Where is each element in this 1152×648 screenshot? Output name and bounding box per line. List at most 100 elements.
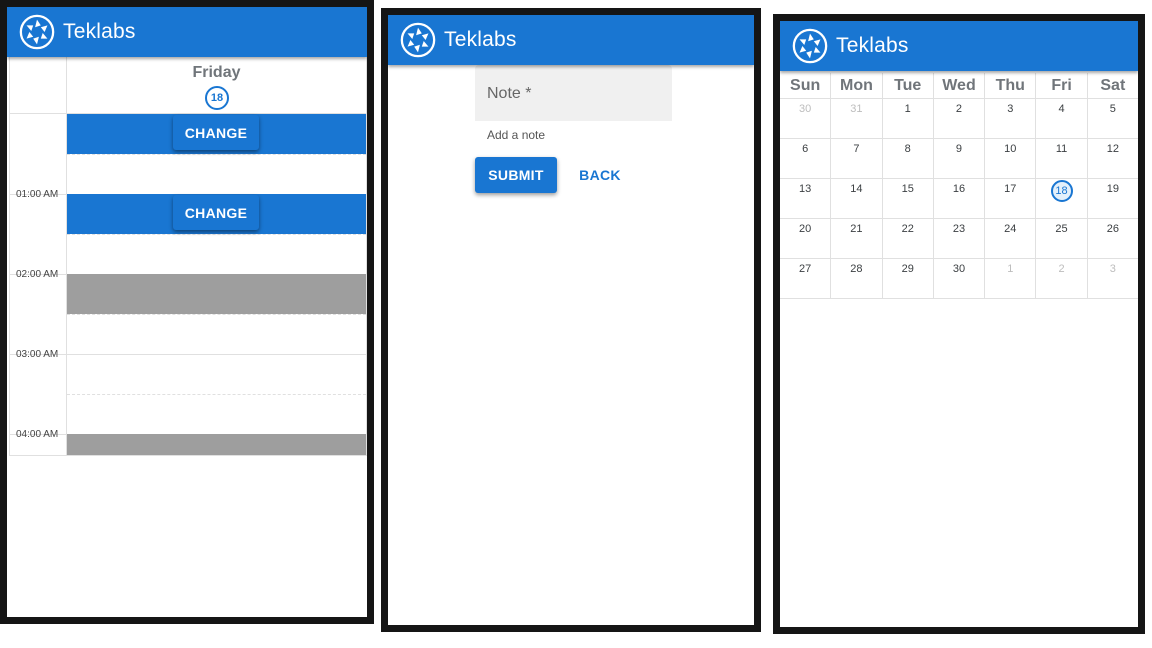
busy-block bbox=[67, 434, 366, 455]
day-cell[interactable]: 3 bbox=[1086, 258, 1138, 298]
day-number: 8 bbox=[904, 143, 911, 155]
day-cell[interactable]: 30 bbox=[780, 98, 831, 138]
day-cell[interactable]: 5 bbox=[1086, 98, 1138, 138]
day-cell[interactable]: 19 bbox=[1086, 178, 1138, 218]
day-number: 21 bbox=[850, 223, 863, 235]
day-number: 7 bbox=[853, 143, 860, 155]
time-grid: 01:00 AM 02:00 AM 03:00 AM 04:00 AM CHAN… bbox=[10, 114, 366, 455]
day-view-screen: Teklabs Friday 18 01:00 AM 02:00 AM 03:0… bbox=[0, 0, 374, 624]
day-number: 28 bbox=[850, 263, 863, 275]
note-helper-text: Add a note bbox=[487, 128, 546, 142]
day-cell[interactable]: 31 bbox=[830, 98, 882, 138]
app-title: Teklabs bbox=[63, 20, 136, 43]
weekday-header: Sun Mon Tue Wed Thu Fri Sat bbox=[780, 73, 1138, 98]
half-hour-line bbox=[67, 154, 366, 155]
day-cell[interactable]: 13 bbox=[780, 178, 831, 218]
day-number: 12 bbox=[1106, 143, 1119, 155]
day-cell[interactable]: 24 bbox=[984, 218, 1036, 258]
day-number: 16 bbox=[952, 183, 966, 195]
day-number: 24 bbox=[1004, 223, 1017, 235]
day-cell[interactable]: 17 bbox=[984, 178, 1036, 218]
day-cell[interactable]: 1 bbox=[984, 258, 1036, 298]
app-bar: Teklabs bbox=[7, 7, 367, 57]
half-hour-line bbox=[67, 314, 366, 315]
day-number: 9 bbox=[955, 143, 963, 155]
day-header: Friday 18 bbox=[10, 57, 366, 114]
day-cell[interactable]: 14 bbox=[830, 178, 882, 218]
day-number: 11 bbox=[1055, 143, 1068, 155]
day-number: 4 bbox=[1058, 103, 1065, 115]
day-number: 23 bbox=[952, 223, 966, 235]
day-cell[interactable]: 1 bbox=[881, 98, 933, 138]
day-cell[interactable]: 12 bbox=[1086, 138, 1138, 178]
day-number: 25 bbox=[1055, 223, 1068, 235]
hour-line bbox=[10, 354, 366, 355]
day-number: 30 bbox=[952, 263, 966, 275]
week-row: 27 28 29 30 1 2 3 bbox=[780, 258, 1138, 298]
app-bar: Teklabs bbox=[780, 21, 1138, 71]
day-number: 3 bbox=[1007, 103, 1014, 115]
aperture-logo-icon bbox=[399, 21, 437, 59]
day-cell[interactable]: 21 bbox=[830, 218, 882, 258]
day-number: 6 bbox=[802, 143, 809, 155]
month-grid: 30 31 1 2 3 4 5 6 7 8 9 10 11 12 13 14 15 16 17 18 19 20 21 22 2… bbox=[780, 98, 1138, 299]
day-cell[interactable]: 11 bbox=[1035, 138, 1087, 178]
day-number: 19 bbox=[1106, 183, 1119, 195]
submit-button[interactable]: SUBMIT bbox=[475, 157, 557, 193]
day-cell[interactable]: 3 bbox=[984, 98, 1036, 138]
day-cell[interactable]: 7 bbox=[830, 138, 882, 178]
day-cell[interactable]: 25 bbox=[1035, 218, 1087, 258]
aperture-logo-icon bbox=[18, 13, 56, 51]
time-label: 01:00 AM bbox=[16, 189, 59, 200]
day-cell[interactable]: 9 bbox=[932, 138, 985, 178]
time-label: 04:00 AM bbox=[16, 429, 59, 440]
day-cell-today[interactable]: 18 bbox=[1035, 178, 1087, 218]
aperture-logo-icon bbox=[791, 27, 829, 65]
day-cell[interactable]: 30 bbox=[932, 258, 985, 298]
day-cell[interactable]: 22 bbox=[881, 218, 933, 258]
day-number: 2 bbox=[1058, 263, 1065, 275]
change-button[interactable]: CHANGE bbox=[173, 195, 259, 230]
day-cell[interactable]: 28 bbox=[830, 258, 882, 298]
weekday-label: Thu bbox=[984, 73, 1035, 98]
day-cell[interactable]: 4 bbox=[1035, 98, 1087, 138]
note-field-label: Note * bbox=[487, 85, 532, 102]
day-calendar: Friday 18 01:00 AM 02:00 AM 03:00 AM 04:… bbox=[9, 57, 367, 456]
half-hour-line bbox=[67, 394, 366, 395]
day-cell[interactable]: 16 bbox=[932, 178, 985, 218]
day-cell[interactable]: 2 bbox=[932, 98, 985, 138]
day-cell[interactable]: 27 bbox=[780, 258, 831, 298]
event-block[interactable]: CHANGE bbox=[67, 114, 366, 154]
day-cell[interactable]: 26 bbox=[1086, 218, 1138, 258]
day-cell[interactable]: 10 bbox=[984, 138, 1036, 178]
day-number: 1 bbox=[1007, 263, 1014, 275]
weekday-label: Fri bbox=[1035, 73, 1086, 98]
time-label: 02:00 AM bbox=[16, 269, 59, 280]
week-row: 20 21 22 23 24 25 26 bbox=[780, 218, 1138, 258]
weekday-label: Wed bbox=[932, 73, 984, 98]
app-bar: Teklabs bbox=[388, 15, 754, 65]
day-cell[interactable]: 6 bbox=[780, 138, 831, 178]
day-number: 30 bbox=[799, 103, 812, 115]
month-calendar: Sun Mon Tue Wed Thu Fri Sat 30 31 1 2 3 4 5 6 7 8… bbox=[780, 73, 1138, 299]
day-cell[interactable]: 23 bbox=[932, 218, 985, 258]
day-cell[interactable]: 8 bbox=[881, 138, 933, 178]
week-row: 30 31 1 2 3 4 5 bbox=[780, 98, 1138, 138]
day-number: 10 bbox=[1004, 143, 1017, 155]
day-number: 5 bbox=[1109, 103, 1116, 115]
change-button[interactable]: CHANGE bbox=[173, 115, 259, 150]
month-view-screen: Teklabs Sun Mon Tue Wed Thu Fri Sat 30 31… bbox=[773, 14, 1145, 634]
event-block[interactable]: CHANGE bbox=[67, 194, 366, 234]
back-button[interactable]: BACK bbox=[572, 157, 628, 193]
day-cell[interactable]: 15 bbox=[881, 178, 933, 218]
day-number: 15 bbox=[901, 183, 914, 195]
day-cell[interactable]: 29 bbox=[881, 258, 933, 298]
day-number: 2 bbox=[955, 103, 963, 115]
day-cell[interactable]: 20 bbox=[780, 218, 831, 258]
note-input[interactable]: Note * bbox=[475, 65, 672, 121]
day-number-badge[interactable]: 18 bbox=[205, 86, 229, 110]
day-number: 14 bbox=[850, 183, 863, 195]
day-number: 17 bbox=[1004, 183, 1017, 195]
day-cell[interactable]: 2 bbox=[1035, 258, 1087, 298]
day-number: 18 bbox=[1050, 180, 1073, 202]
